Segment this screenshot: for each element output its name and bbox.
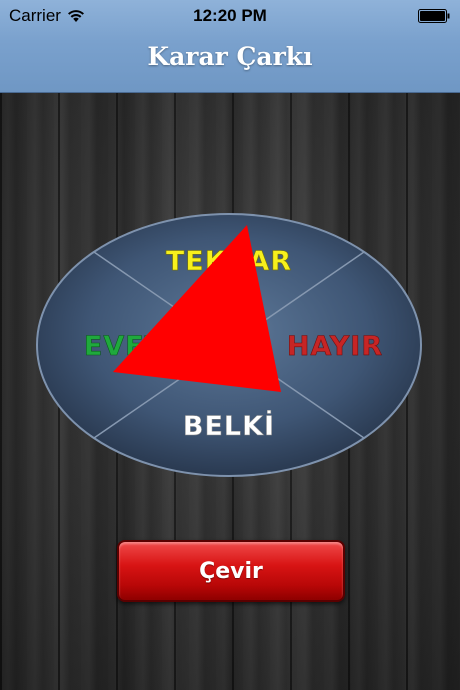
app-screen: Carrier 12:20 PM Karar Çarkı EVET HAYIR … bbox=[0, 0, 460, 690]
segment-label-belki: BELKİ bbox=[183, 410, 275, 442]
spin-button[interactable]: Çevir bbox=[117, 540, 345, 602]
segment-label-hayir: HAYIR bbox=[287, 331, 383, 362]
